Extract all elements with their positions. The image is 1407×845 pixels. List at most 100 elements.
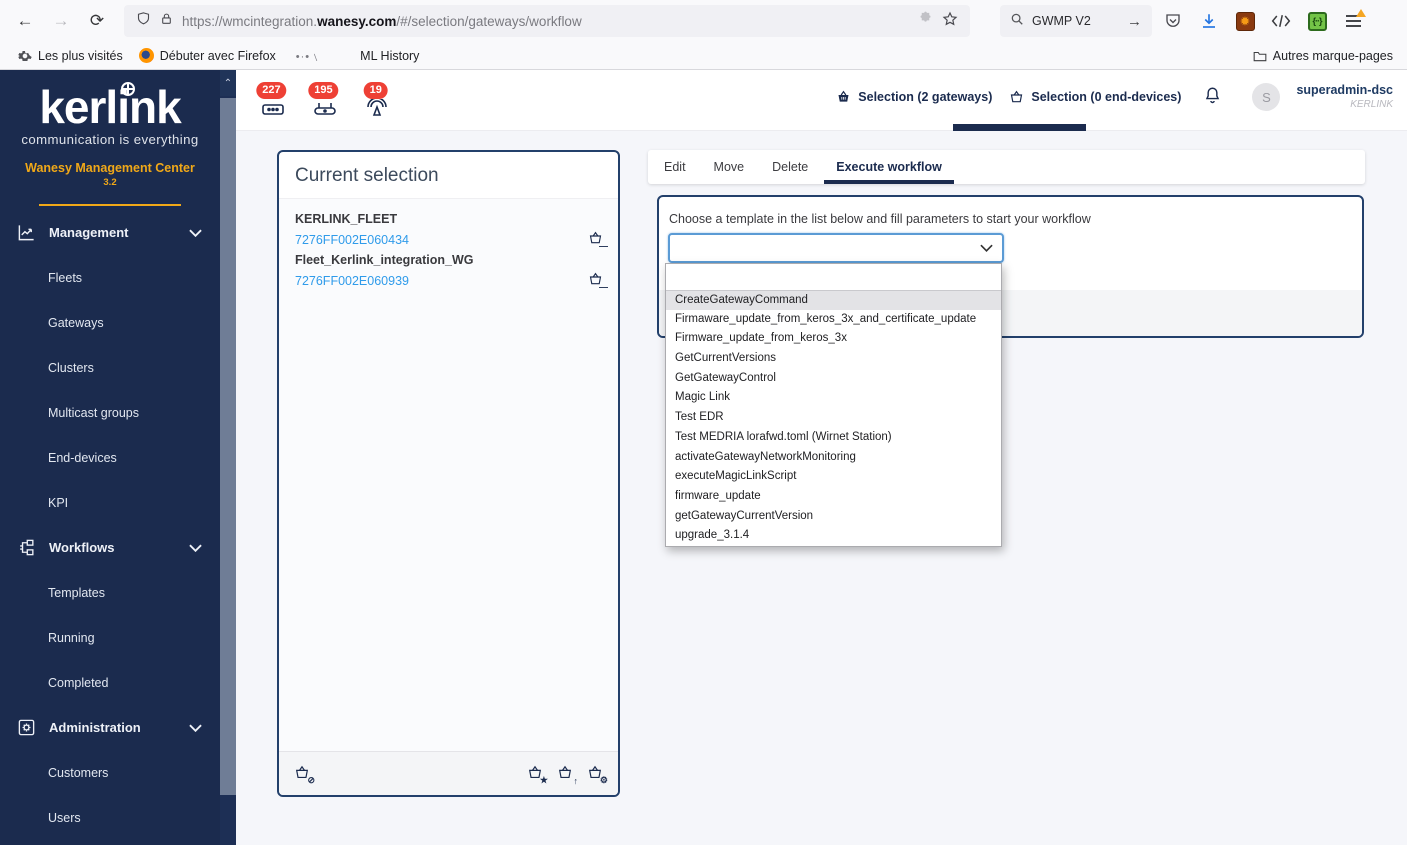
tab-execute-workflow[interactable]: Execute workflow: [824, 150, 954, 184]
fleet-name: Fleet_Kerlink_integration_WG: [295, 253, 474, 267]
dropdown-option[interactable]: GetCurrentVersions: [666, 349, 1001, 369]
antenna-icon: [366, 97, 388, 121]
search-box[interactable]: →: [1000, 5, 1152, 37]
lock-icon[interactable]: [160, 12, 173, 31]
dropdown-option[interactable]: executeMagicLinkScript: [666, 467, 1001, 487]
sidebar-section-management[interactable]: Management: [0, 210, 220, 255]
dropdown-option[interactable]: GetGatewayControl: [666, 369, 1001, 389]
chevron-down-icon: [189, 229, 202, 237]
selection-settings-button[interactable]: ⚙: [586, 764, 608, 785]
tracking-shield-icon[interactable]: [136, 11, 151, 31]
avatar[interactable]: S: [1252, 83, 1281, 111]
dropdown-option[interactable]: CreateGatewayCommand: [666, 290, 1001, 310]
sidebar-item-multicast-groups[interactable]: Multicast groups: [0, 390, 220, 435]
scroll-up-arrow-icon[interactable]: ⌃: [220, 70, 236, 96]
favorite-selection-button[interactable]: ★: [526, 764, 548, 785]
gateway-link[interactable]: 7276FF002E060434: [295, 233, 409, 247]
scrollbar-thumb[interactable]: [220, 98, 236, 795]
chevron-down-icon: [980, 244, 993, 252]
dropdown-option[interactable]: Magic Link: [666, 388, 1001, 408]
basket-filled-icon: [838, 90, 849, 102]
selection-toolbar: ⊘ ★ ↑ ⚙: [279, 751, 618, 795]
other-bookmarks[interactable]: Autres marque-pages: [1253, 49, 1393, 63]
gear-square-icon: [17, 718, 36, 737]
dropdown-option[interactable]: Test MEDRIA lorafwd.toml (Wirnet Station…: [666, 428, 1001, 448]
tab-delete[interactable]: Delete: [770, 150, 810, 184]
action-tabs: Edit Move Delete Execute workflow: [648, 150, 1365, 184]
dropdown-option[interactable]: getGatewayCurrentVersion: [666, 507, 1001, 527]
gateway-link[interactable]: 7276FF002E060939: [295, 274, 409, 288]
count-badge: 227: [256, 82, 287, 99]
list-item: 7276FF002E060434 —: [295, 230, 608, 251]
notifications-bell-icon[interactable]: [1203, 85, 1222, 110]
wanesy-app: kerlink communication is everything Wane…: [0, 70, 1407, 845]
modem-counter[interactable]: 227: [254, 82, 292, 121]
current-selection-panel: Current selection KERLINK_FLEET 7276FF00…: [277, 150, 620, 797]
devtools-code-icon[interactable]: [1266, 6, 1296, 36]
template-dropdown-list: CreateGatewayCommand Firmaware_update_fr…: [665, 263, 1002, 547]
dropdown-option[interactable]: Firmware_update_from_keros_3x: [666, 329, 1001, 349]
menu-alert-badge: [1356, 9, 1366, 17]
browser-chrome: ← → ⟳ https://wmcintegration.wanesy.com/…: [0, 0, 1407, 70]
reload-button[interactable]: ⟳: [82, 6, 112, 36]
sidebar-item-templates[interactable]: Templates: [0, 570, 220, 615]
selection-active-indicator: [953, 124, 1086, 131]
extension-puzzle-icon[interactable]: [918, 11, 933, 31]
chart-icon: [17, 223, 36, 242]
sidebar-item-users[interactable]: Users: [0, 795, 220, 840]
sidebar-item-completed[interactable]: Completed: [0, 660, 220, 705]
dropdown-option[interactable]: Test EDR: [666, 408, 1001, 428]
bookmark-ml-history[interactable]: ML History: [356, 49, 423, 63]
gateway-selection-tab[interactable]: Selection (2 gateways): [835, 89, 992, 105]
tab-move[interactable]: Move: [712, 150, 747, 184]
url-bar[interactable]: https://wmcintegration.wanesy.com/#/sele…: [124, 5, 970, 37]
workflow-icon: [17, 538, 36, 557]
antenna-counter[interactable]: 19: [358, 82, 396, 121]
sidebar-scrollbar[interactable]: ⌃: [220, 70, 236, 845]
sidebar-item-end-devices[interactable]: End-devices: [0, 435, 220, 480]
bookmark-star-icon[interactable]: [942, 11, 958, 32]
sidebar-item-clusters[interactable]: Clusters: [0, 345, 220, 390]
sidebar-item-fleets[interactable]: Fleets: [0, 255, 220, 300]
tab-edit[interactable]: Edit: [662, 150, 688, 184]
search-input[interactable]: [1032, 14, 1110, 28]
template-select[interactable]: [668, 233, 1004, 263]
dropdown-option[interactable]: Firmaware_update_from_keros_3x_and_certi…: [666, 310, 1001, 330]
chevron-down-icon: [189, 544, 202, 552]
status-counters: 227 195 19: [254, 82, 396, 121]
sidebar-item-gateways[interactable]: Gateways: [0, 300, 220, 345]
dropdown-option[interactable]: activateGatewayNetworkMonitoring: [666, 448, 1001, 468]
export-selection-button[interactable]: ↑: [556, 764, 578, 786]
clear-selection-button[interactable]: ⊘: [293, 764, 315, 785]
enddevice-selection-tab[interactable]: Selection (0 end-devices): [1008, 89, 1181, 105]
user-menu[interactable]: superadmin-dsc KERLINK: [1296, 83, 1393, 111]
download-icon[interactable]: [1194, 6, 1224, 36]
back-button[interactable]: ←: [10, 6, 40, 36]
sidebar-item-kpi[interactable]: KPI: [0, 480, 220, 525]
bookmark-doodle-icon[interactable]: •·•﹨: [296, 48, 322, 64]
forward-button[interactable]: →: [46, 6, 76, 36]
count-badge: 195: [308, 82, 339, 99]
menu-hamburger-icon[interactable]: [1338, 6, 1368, 36]
folder-icon: [1253, 51, 1267, 61]
sidebar-item-customers[interactable]: Customers: [0, 750, 220, 795]
fleet-name: KERLINK_FLEET: [295, 212, 398, 226]
dropdown-option[interactable]: upgrade_3.1.4: [666, 526, 1001, 546]
extension-json-icon[interactable]: {··}: [1302, 6, 1332, 36]
bookmark-most-visited[interactable]: Les plus visités: [14, 49, 127, 63]
extension-gear-icon[interactable]: ✹: [1230, 6, 1260, 36]
dropdown-option[interactable]: firmware_update: [666, 487, 1001, 507]
sidebar-section-workflows[interactable]: Workflows: [0, 525, 220, 570]
search-go-arrow-icon[interactable]: →: [1127, 13, 1142, 30]
sidebar-item-running[interactable]: Running: [0, 615, 220, 660]
user-name: superadmin-dsc: [1296, 82, 1393, 97]
gateway-counter[interactable]: 195: [306, 82, 344, 121]
url-text: https://wmcintegration.wanesy.com/#/sele…: [182, 13, 582, 29]
sidebar-section-administration[interactable]: Administration: [0, 705, 220, 750]
list-item: 7276FF002E060939 —: [295, 271, 608, 292]
dropdown-blank-option[interactable]: [666, 264, 1001, 290]
bookmark-get-started[interactable]: Débuter avec Firefox: [135, 48, 280, 63]
remove-from-selection-button[interactable]: —: [587, 271, 608, 292]
remove-from-selection-button[interactable]: —: [587, 230, 608, 251]
pocket-icon[interactable]: [1158, 6, 1188, 36]
